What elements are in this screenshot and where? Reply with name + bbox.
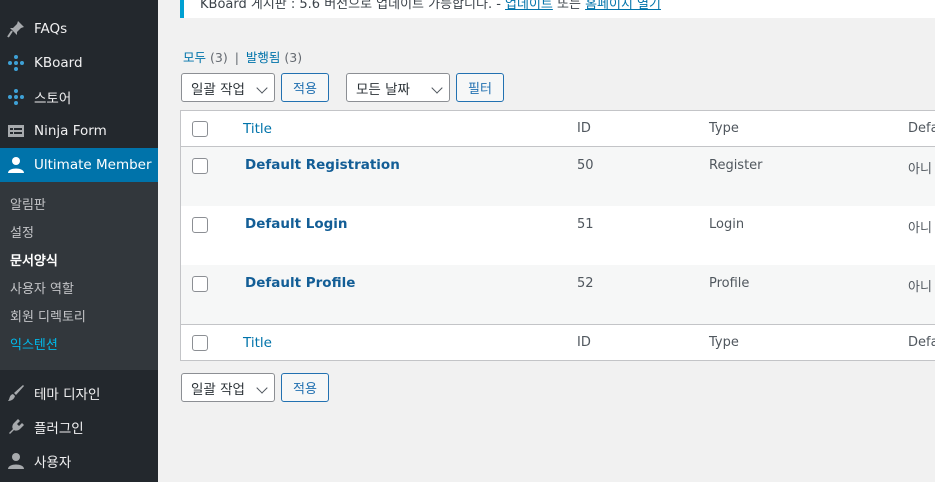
user-icon	[6, 155, 26, 175]
plugin-icon	[6, 417, 26, 437]
admin-sidebar: FAQs KBoard 스토어 Ninja Form Ultimate Memb…	[0, 0, 158, 482]
chevron-down-icon	[256, 82, 268, 94]
row-id: 51	[577, 217, 594, 232]
row-checkbox[interactable]	[192, 276, 208, 292]
view-published-count: (3)	[284, 50, 303, 65]
submenu-user-roles[interactable]: 사용자 역할	[10, 278, 74, 297]
bulk-action-select[interactable]: 일괄 작업	[181, 73, 275, 102]
menu-label: 사용자	[34, 455, 72, 471]
bulk-action-select-bottom[interactable]: 일괄 작업	[181, 373, 275, 402]
update-link[interactable]: 업데이트	[505, 0, 553, 12]
brush-icon	[6, 383, 26, 403]
row-title-link[interactable]: Default Profile	[245, 275, 355, 291]
forms-table: Title ID Type Defa Default Registration …	[180, 110, 935, 361]
row-type: Register	[709, 158, 763, 173]
chevron-down-icon	[431, 82, 443, 94]
menu-item-plugins[interactable]: 플러그인	[0, 410, 158, 444]
menu-label: KBoard	[34, 55, 83, 71]
subsubsub-views: 모두 (3) | 발행됨 (3)	[183, 47, 302, 66]
row-default: 아니	[908, 162, 932, 177]
row-checkbox[interactable]	[192, 217, 208, 233]
menu-item-ninja-form[interactable]: Ninja Form	[0, 114, 158, 148]
view-separator: |	[234, 50, 239, 65]
form-icon	[6, 121, 26, 141]
row-type: Login	[709, 217, 745, 232]
row-type: Profile	[709, 276, 750, 291]
update-notice: KBoard 게시판 : 5.6 버전으로 업데이트 가능합니다. - 업데이트…	[180, 0, 935, 18]
menu-label: 테마 디자인	[34, 387, 101, 403]
menu-item-ultimate-member[interactable]: Ultimate Member	[0, 148, 158, 182]
menu-item-kboard[interactable]: KBoard	[0, 46, 158, 80]
column-title-footer[interactable]: Title	[243, 335, 272, 351]
menu-item-users[interactable]: 사용자	[0, 444, 158, 478]
select-all-checkbox[interactable]	[192, 335, 208, 351]
menu-label: Ultimate Member	[34, 157, 152, 173]
dots-icon	[6, 87, 26, 107]
row-default: 아니	[908, 221, 932, 236]
view-published-link[interactable]: 발행됨	[246, 50, 281, 65]
submenu-member-directories[interactable]: 회원 디렉토리	[10, 306, 86, 325]
column-default-footer: Defa	[908, 335, 935, 350]
notice-text: KBoard 게시판 : 5.6 버전으로 업데이트 가능합니다. -	[200, 0, 506, 12]
menu-label: FAQs	[34, 21, 68, 37]
dots-icon	[6, 53, 26, 73]
apply-button-bottom[interactable]: 적용	[281, 373, 329, 402]
user-icon	[6, 451, 26, 471]
apply-button[interactable]: 적용	[281, 73, 329, 102]
date-filter-value: 모든 날짜	[356, 81, 410, 98]
filter-button[interactable]: 필터	[456, 73, 504, 102]
table-row: Default Registration 50 Register 아니	[181, 147, 935, 206]
bulk-action-value: 일괄 작업	[191, 81, 245, 98]
menu-label: 스토어	[34, 91, 72, 107]
row-checkbox[interactable]	[192, 158, 208, 174]
menu-item-store[interactable]: 스토어	[0, 80, 158, 114]
column-title-header[interactable]: Title	[243, 121, 272, 137]
table-row: Default Profile 52 Profile 아니	[181, 265, 935, 325]
notice-mid: 또는	[552, 0, 586, 12]
menu-item-faqs[interactable]: FAQs	[0, 12, 158, 46]
menu-label: Ninja Form	[34, 123, 107, 139]
table-header: Title ID Type Defa	[181, 111, 935, 147]
submenu-settings[interactable]: 설정	[10, 222, 34, 241]
pin-icon	[6, 19, 26, 39]
submenu-dashboard[interactable]: 알림판	[10, 194, 46, 213]
menu-item-appearance[interactable]: 테마 디자인	[0, 376, 158, 410]
column-default-header: Defa	[908, 121, 935, 136]
chevron-down-icon	[256, 382, 268, 394]
column-id-header: ID	[577, 121, 591, 136]
select-all-checkbox[interactable]	[192, 121, 208, 137]
submenu: 알림판 설정 문서양식 사용자 역할 회원 디렉토리 익스텐션	[0, 182, 158, 370]
homepage-link[interactable]: 홈페이지 열기	[585, 0, 661, 12]
column-id-footer: ID	[577, 335, 591, 350]
row-title-link[interactable]: Default Login	[245, 216, 348, 232]
row-title-link[interactable]: Default Registration	[245, 157, 400, 173]
table-footer: Title ID Type Defa	[181, 325, 935, 360]
view-all-link[interactable]: 모두	[183, 50, 206, 65]
row-id: 52	[577, 276, 594, 291]
view-all-count: (3)	[210, 50, 228, 65]
submenu-forms[interactable]: 문서양식	[10, 250, 58, 269]
submenu-extensions[interactable]: 익스텐션	[10, 334, 58, 353]
row-id: 50	[577, 158, 594, 173]
menu-label: 플러그인	[34, 421, 84, 437]
column-type-footer: Type	[709, 335, 739, 350]
column-type-header: Type	[709, 121, 739, 136]
table-row: Default Login 51 Login 아니	[181, 206, 935, 265]
date-filter-select[interactable]: 모든 날짜	[346, 73, 450, 102]
bulk-action-value: 일괄 작업	[191, 381, 245, 398]
row-default: 아니	[908, 280, 932, 295]
